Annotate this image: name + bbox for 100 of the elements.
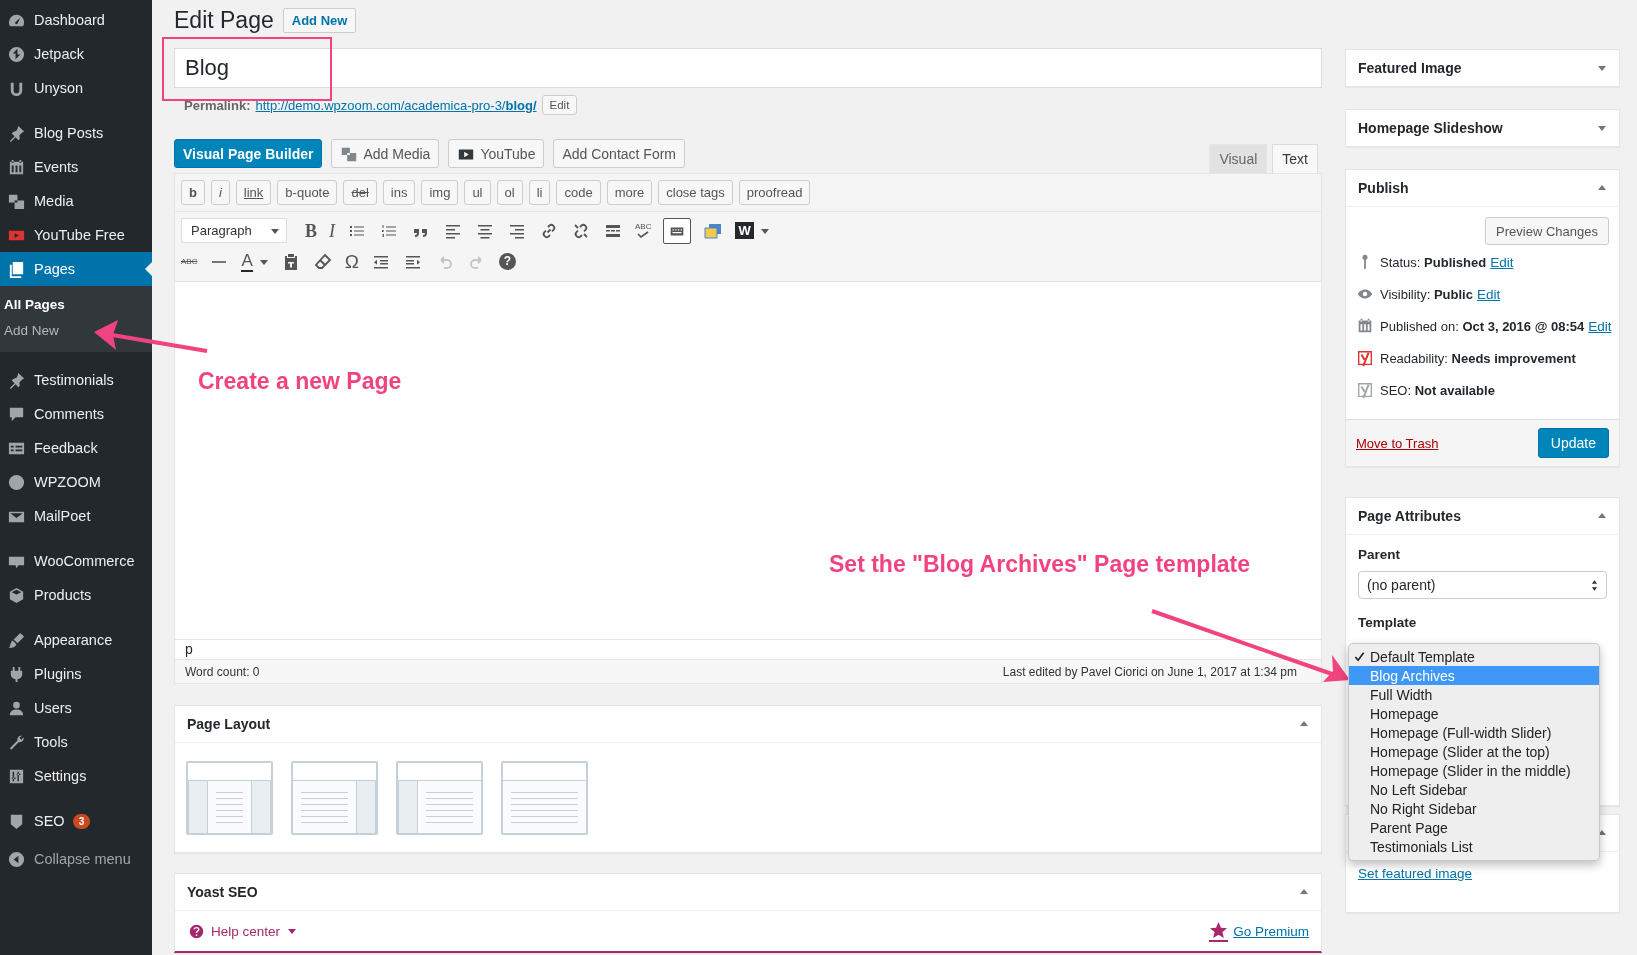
quicktag-button[interactable]: ins [382, 180, 416, 205]
annotation-text: Set the "Blog Archives" Page template [829, 551, 1251, 578]
media-button[interactable]: Visual Page Builder [174, 139, 323, 168]
template-option[interactable]: Homepage [1349, 704, 1599, 723]
sidebar-item[interactable]: Comments [0, 397, 152, 431]
format-select[interactable]: Paragraph [181, 218, 287, 243]
calendar-icon [7, 157, 26, 177]
media-button[interactable]: YouTube [448, 139, 545, 168]
parent-select[interactable]: (no parent) [1358, 571, 1607, 599]
quicktag-button[interactable]: b [181, 180, 205, 205]
italic-button[interactable]: I [329, 220, 335, 241]
sidebar-item[interactable]: WooCommerce [0, 544, 152, 578]
toggle-arrow-icon[interactable] [1299, 887, 1309, 897]
submenu-item[interactable]: All Pages [0, 292, 152, 318]
permalink-link[interactable]: http://demo.wpzoom.com/academica-pro-3/blog/ [255, 97, 537, 113]
help-button[interactable]: ? [499, 253, 516, 270]
quicktag-button[interactable]: li [528, 180, 551, 205]
media-button[interactable]: Add Media [331, 139, 440, 168]
template-option[interactable]: Parent Page [1349, 818, 1599, 837]
strikethrough-button[interactable]: ABC [181, 251, 198, 272]
sidebar-item[interactable]: MailPoet [0, 499, 152, 533]
bold-button[interactable]: B [305, 220, 317, 241]
edit-permalink-button[interactable]: Edit [541, 95, 578, 115]
publish-info: Published on: Oct 3, 2016 @ 08:54 Edit [1380, 318, 1612, 336]
sidebar-item[interactable]: Media [0, 184, 152, 218]
sidebar-item[interactable]: Appearance [0, 623, 152, 657]
template-option[interactable]: Full Width [1349, 685, 1599, 704]
toggle-arrow-icon[interactable] [1597, 511, 1607, 521]
spellcheck-button[interactable]: ABC [635, 222, 652, 239]
sidebar-item[interactable]: WPZOOM [0, 465, 152, 499]
toggle-arrow-icon[interactable] [1299, 719, 1309, 729]
sidebar-item[interactable]: Settings [0, 759, 152, 793]
edit-link[interactable]: Edit [1490, 255, 1514, 270]
title-field[interactable]: Blog [174, 48, 1322, 88]
panel-title: Publish [1358, 180, 1409, 196]
preview-changes-button[interactable]: Preview Changes [1485, 217, 1609, 245]
keyboard-icon[interactable] [663, 217, 692, 244]
sidebar-item[interactable]: Unyson [0, 71, 152, 105]
media-button[interactable]: Add Contact Form [553, 139, 686, 168]
quicktag-button[interactable]: ul [464, 180, 491, 205]
sidebar-item[interactable]: Tools [0, 725, 152, 759]
quicktag-button[interactable]: more [606, 180, 653, 205]
update-button[interactable]: Update [1537, 428, 1609, 458]
publish-info: Status: Published Edit [1380, 254, 1514, 272]
sidebar-item[interactable]: Dashboard [0, 3, 152, 37]
quicktag-button[interactable]: img [421, 180, 459, 205]
toggle-arrow-icon[interactable] [1597, 63, 1607, 73]
sidebar-item[interactable]: SEO 3 [0, 804, 152, 838]
submenu-item[interactable]: Add New [0, 318, 152, 344]
editor-tab[interactable]: Text [1272, 144, 1318, 173]
collapse-menu-button[interactable]: Collapse menu [0, 842, 152, 876]
template-option[interactable]: Homepage (Full-width Slider) [1349, 723, 1599, 742]
set-featured-image-link[interactable]: Set featured image [1358, 866, 1473, 881]
sidebar-item[interactable]: Events [0, 150, 152, 184]
sidebar-item[interactable]: Products [0, 578, 152, 612]
sidebar-item[interactable]: Plugins [0, 657, 152, 691]
toggle-arrow-icon[interactable] [1597, 183, 1607, 193]
panel-title: Page Layout [187, 716, 271, 732]
word-button[interactable]: W [735, 222, 754, 239]
go-premium-link[interactable]: Go Premium [1233, 923, 1309, 939]
toggle-arrow-icon[interactable] [1597, 828, 1607, 838]
quicktag-button[interactable]: b-quote [277, 180, 338, 205]
quicktag-button[interactable]: link [235, 180, 272, 205]
quicktag-button[interactable]: i [210, 180, 230, 205]
quicktag-button[interactable]: del [343, 180, 377, 205]
sidebar-item[interactable]: Blog Posts [0, 116, 152, 150]
sidebar-item[interactable]: Feedback [0, 431, 152, 465]
help-center-link[interactable]: Help center [189, 923, 298, 939]
sidebar-item[interactable]: YouTube Free [0, 218, 152, 252]
template-option[interactable]: No Right Sidebar [1349, 799, 1599, 818]
template-option[interactable]: Homepage (Slider in the middle) [1349, 761, 1599, 780]
caret-icon [287, 926, 298, 936]
text-color-button[interactable]: A [241, 251, 253, 272]
pages-icon [7, 259, 26, 279]
quicktag-button[interactable]: proofread [738, 180, 811, 205]
move-to-trash-link[interactable]: Move to Trash [1356, 435, 1439, 451]
quicktag-button[interactable]: code [556, 180, 601, 205]
quicktag-button[interactable]: close tags [658, 180, 733, 205]
quicktag-button[interactable]: ol [496, 180, 523, 205]
editor-tab[interactable]: Visual [1209, 144, 1268, 173]
sidebar-item[interactable]: Users [0, 691, 152, 725]
eraser-icon[interactable] [312, 251, 333, 272]
page-title: Edit Page [174, 6, 274, 34]
sidebar-item[interactable]: Jetpack [0, 37, 152, 71]
special-character-button[interactable]: Ω [344, 251, 359, 272]
template-option[interactable]: Testimonials List [1349, 837, 1599, 856]
publish-info: SEO: Not available [1380, 382, 1495, 400]
toggle-arrow-icon[interactable] [1597, 123, 1607, 133]
sidebar-item[interactable]: Pages [0, 252, 152, 286]
template-option[interactable]: Homepage (Slider at the top) [1349, 742, 1599, 761]
brush-icon [7, 630, 26, 650]
edit-link[interactable]: Edit [1476, 287, 1501, 302]
parent-label: Parent [1358, 547, 1402, 562]
up-down-arrows-icon [1591, 578, 1598, 592]
template-option[interactable]: Default Template [1349, 647, 1599, 666]
pin-icon [7, 123, 26, 143]
edit-link[interactable]: Edit [1588, 319, 1612, 334]
sidebar-item[interactable]: Testimonials [0, 363, 152, 397]
add-new-button[interactable]: Add New [282, 7, 357, 33]
template-option[interactable]: No Left Sidebar [1349, 780, 1599, 799]
